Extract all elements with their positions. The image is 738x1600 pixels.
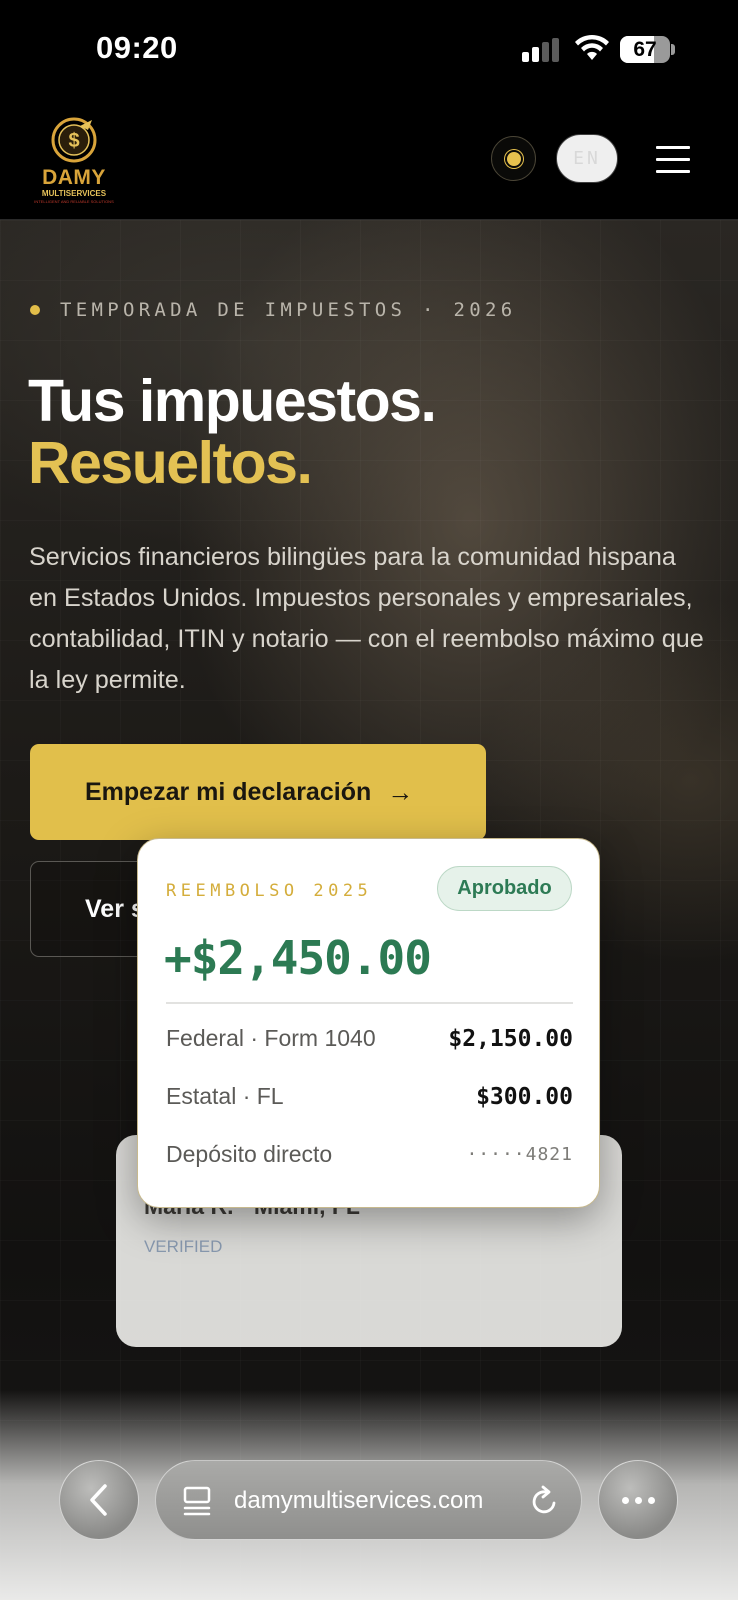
start-declaration-label: Empezar mi declaración	[85, 777, 372, 806]
theme-toggle-button[interactable]	[491, 136, 536, 181]
more-icon-dot	[647, 1496, 655, 1504]
eyebrow-dot-icon	[30, 305, 40, 315]
arrow-right-icon: →	[387, 776, 414, 807]
svg-text:$: $	[68, 130, 79, 152]
back-button[interactable]	[59, 1460, 139, 1540]
site-header: $ DAMY MULTISERVICES INTELLIGENT AND REL…	[0, 100, 738, 220]
url-text[interactable]: damymultiservices.com	[234, 1461, 483, 1541]
start-declaration-button[interactable]: Empezar mi declaración →	[30, 744, 486, 840]
row-label: Federal · Form 1040	[166, 1025, 376, 1051]
chevron-left-icon	[90, 1484, 107, 1516]
hero-title-line1: Tus impuestos.	[28, 368, 437, 434]
row-label: Estatal · FL	[166, 1083, 284, 1109]
status-badge: Aprobado	[437, 866, 572, 911]
hero-description: Servicios financieros bilingües para la …	[29, 543, 704, 694]
refund-label: REEMBOLSO 2025	[166, 881, 373, 901]
row-value: $2,150.00	[448, 1025, 573, 1052]
battery-icon: 67	[620, 36, 670, 63]
language-button[interactable]: EN	[556, 134, 618, 183]
logo-sub: MULTISERVICES	[41, 189, 107, 198]
hamburger-icon[interactable]	[656, 144, 690, 174]
wifi-icon	[575, 34, 609, 60]
logo-name: DAMY	[42, 166, 106, 189]
hero-title: Tus impuestos. Resueltos.	[28, 368, 437, 496]
row-label: Depósito directo	[166, 1141, 333, 1167]
refund-row-federal: Federal · Form 1040 $2,150.00	[166, 1025, 573, 1052]
eyebrow-text: TEMPORADA DE IMPUESTOS · 2026	[60, 299, 517, 321]
refund-amount: +$2,450.00	[164, 931, 432, 985]
more-icon-dot	[634, 1496, 642, 1504]
refund-card: REEMBOLSO 2025 Aprobado +$2,450.00 Feder…	[137, 838, 600, 1208]
row-value: $300.00	[476, 1083, 573, 1110]
logo-tagline: INTELLIGENT AND RELIABLE SOLUTIONS	[34, 199, 114, 204]
status-bar: 09:20 67	[0, 0, 738, 100]
refund-row-deposit: Depósito directo ·····4821	[166, 1141, 573, 1168]
more-button[interactable]	[598, 1460, 678, 1540]
sun-icon	[506, 151, 521, 166]
logo[interactable]: $ DAMY MULTISERVICES INTELLIGENT AND REL…	[34, 116, 114, 206]
more-icon	[621, 1496, 629, 1504]
reload-icon[interactable]	[530, 1485, 560, 1517]
row-value: ·····4821	[466, 1144, 573, 1165]
hero-eyebrow: TEMPORADA DE IMPUESTOS · 2026	[30, 299, 516, 321]
url-bar[interactable]: damymultiservices.com	[155, 1460, 582, 1540]
hero-title-line2: Resueltos.	[28, 430, 313, 496]
tabs-icon[interactable]	[183, 1485, 211, 1517]
signal-icon	[522, 38, 562, 62]
logo-emblem-icon: $	[51, 117, 97, 163]
refund-divider	[166, 1002, 573, 1004]
battery-nub	[671, 44, 675, 55]
battery-level: 67	[633, 37, 657, 61]
testimonial-badge: VERIFIED	[144, 1237, 223, 1256]
status-time: 09:20	[96, 30, 178, 65]
refund-row-state: Estatal · FL $300.00	[166, 1083, 573, 1110]
